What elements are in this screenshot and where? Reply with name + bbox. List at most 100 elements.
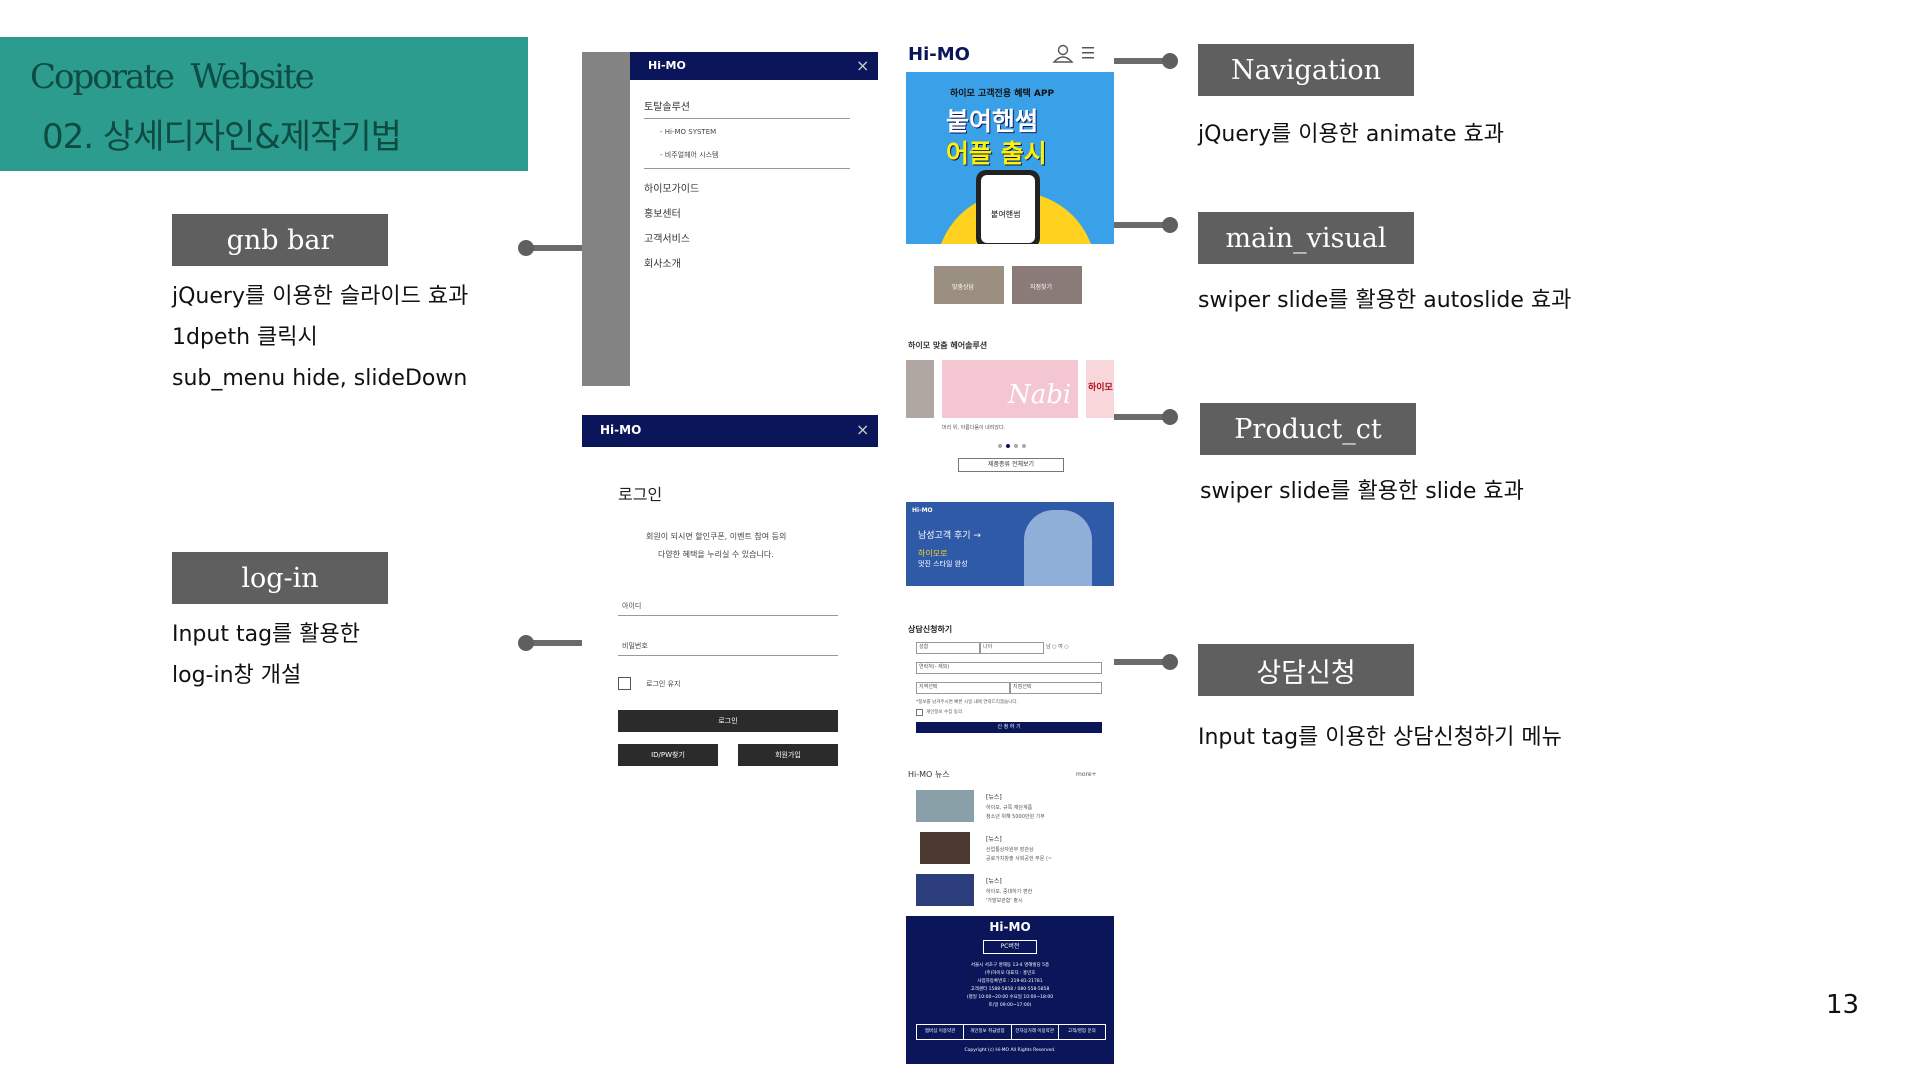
news-line: 하이모, 중대하기 편한: [986, 889, 1033, 895]
banner-person-photo: [1024, 510, 1092, 586]
consult-agree-checkbox[interactable]: [916, 709, 923, 716]
footer-link[interactable]: 고객/영업 문의: [1059, 1025, 1105, 1039]
gnb-desc-line: 1dpeth 클릭시: [172, 325, 318, 350]
consult-submit-button[interactable]: 신 청 하 기: [916, 722, 1102, 733]
gnb-menu-item[interactable]: 회사소개: [644, 255, 681, 270]
footer-line: 고객센터 1588-5858 / 080-558-5858: [970, 987, 1050, 992]
banner-sub: 하이모로: [918, 549, 948, 558]
password-field[interactable]: [618, 655, 838, 656]
user-icon[interactable]: [1052, 44, 1074, 64]
news-tag: [뉴스]: [986, 878, 1002, 885]
product-label: Product_ct: [1200, 403, 1416, 455]
gnb-mockup: Hi-MO × 토탈솔루션 - Hi-MO SYSTEM - 비주얼헤어 시스템…: [630, 52, 878, 386]
thumbnail-label: 맞춤상담: [952, 284, 975, 291]
visual-title: 붙여핸썸: [946, 107, 1039, 136]
slide-dot[interactable]: [1022, 444, 1026, 448]
gnb-logo: Hi-MO: [648, 59, 686, 72]
news-tag: [뉴스]: [986, 836, 1002, 843]
consult-name-input[interactable]: 성함: [916, 642, 980, 654]
visual-title: 어플 출시: [946, 139, 1047, 168]
close-icon[interactable]: ×: [856, 56, 869, 75]
gnb-menu-item[interactable]: 토탈솔루션: [644, 98, 690, 113]
gnb-menu-item[interactable]: 고객서비스: [644, 230, 690, 245]
consult-label: 상담신청: [1198, 644, 1414, 696]
find-id-pw-button[interactable]: ID/PW찾기: [618, 744, 718, 766]
phone-screen-text: 붙여핸썸: [991, 210, 1021, 219]
product-side-tag: 하이모: [1088, 383, 1113, 393]
gnb-submenu-item[interactable]: - Hi-MO SYSTEM: [660, 128, 716, 136]
news-thumbnail[interactable]: [916, 874, 974, 906]
news-thumbnail[interactable]: [920, 832, 970, 864]
slide-dot[interactable]: [998, 444, 1002, 448]
product-connector-dot: [1162, 409, 1178, 425]
news-more-link[interactable]: more+: [1076, 771, 1097, 778]
footer-info: 서울시 서초구 명해동 13-4 명해빌딩 5층 (주)하이모 대표자 : 홍민…: [906, 962, 1114, 1010]
footer-link[interactable]: 멤버십 이용약관: [917, 1025, 965, 1039]
main-logo[interactable]: Hi-MO: [908, 44, 970, 65]
id-field[interactable]: [618, 615, 838, 616]
main-visual-slide[interactable]: 하이모 고객전용 혜택 APP 붙여핸썸 어플 출시 붙여핸썸: [906, 72, 1114, 244]
visual-top-text: 하이모 고객전용 혜택 APP: [950, 89, 1055, 99]
slide-dot-active[interactable]: [1006, 444, 1010, 448]
product-slide-prev[interactable]: [906, 360, 934, 418]
title-block: Coporate Website 02. 상세디자인&제작기법: [0, 37, 528, 171]
thumbnail-label: 지점찾기: [1030, 284, 1053, 291]
join-button[interactable]: 회원가입: [738, 744, 838, 766]
footer-link[interactable]: 전자상거래 이용약관: [1012, 1025, 1059, 1039]
login-button[interactable]: 로그인: [618, 710, 838, 732]
footer: Hi-MO PC버전 서울시 서초구 명해동 13-4 명해빌딩 5층 (주)하…: [906, 916, 1114, 1064]
news-line: 공로가치창출 사회공헌 부문 (~: [986, 856, 1053, 862]
consult-note: *정보를 남겨주시면 빠른 시일 내에 연락드리겠습니다.: [916, 700, 1018, 705]
login-mockup: Hi-MO × 로그인 회원이 되시면 할인쿠폰, 이벤트 참여 등의 다양한 …: [582, 415, 878, 775]
main-visual-desc-line: swiper slide를 활용한 autoslide 효과: [1198, 288, 1572, 313]
gnb-menu-item[interactable]: 홍보센터: [644, 205, 681, 220]
divider: [644, 118, 850, 119]
hamburger-menu-icon[interactable]: [1082, 46, 1096, 60]
phone-illustration: 붙여핸썸: [976, 170, 1040, 244]
slide-dot[interactable]: [1014, 444, 1018, 448]
view-all-products-button[interactable]: 제품종류 전체보기: [958, 458, 1064, 472]
consult-gender-radio[interactable]: 남 ○ 여 ○: [1046, 643, 1069, 650]
banner-logo: Hi-MO: [912, 507, 933, 514]
consult-region-select[interactable]: 지역선택: [916, 682, 1010, 694]
login-heading: 로그인: [618, 485, 663, 504]
consult-age-input[interactable]: 나이: [980, 642, 1044, 654]
gnb-menu-item[interactable]: 하이모가이드: [644, 180, 699, 195]
navigation-label: Navigation: [1198, 44, 1414, 96]
main-mockup: Hi-MO 하이모 고객전용 혜택 APP 붙여핸썸 어플 출시 붙여핸썸 맞춤…: [906, 38, 1114, 1064]
consult-connector-dot: [1162, 654, 1178, 670]
gnb-desc-line: jQuery를 이용한 슬라이드 효과: [172, 284, 469, 309]
main-visual-connector-dot: [1162, 217, 1178, 233]
gnb-label: gnb bar: [172, 214, 388, 266]
login-header: Hi-MO ×: [582, 415, 878, 447]
consult-phone-input[interactable]: 연락처(- 제외): [916, 662, 1102, 674]
page-number: 13: [1826, 990, 1860, 1020]
news-thumbnail[interactable]: [916, 790, 974, 822]
footer-line: 서울시 서초구 명해동 13-4 명해빌딩 5층: [970, 963, 1050, 968]
gnb-submenu-item[interactable]: - 비주얼헤어 시스템: [660, 150, 719, 160]
footer-links: 멤버십 이용약관 개인정보 취급방침 전자상거래 이용약관 고객/영업 문의: [916, 1024, 1106, 1040]
news-line: '가발보관함' 출시: [986, 898, 1023, 904]
thumbnail-branch[interactable]: 지점찾기: [1012, 266, 1082, 304]
footer-pc-version-button[interactable]: PC버전: [983, 940, 1037, 954]
footer-link[interactable]: 개인정보 취급방침: [964, 1025, 1012, 1039]
product-caption: 머리 위, 아름다움이 내려앉다.: [942, 425, 1006, 431]
consult-title: 상담신청하기: [908, 625, 953, 634]
keep-login-checkbox[interactable]: [618, 677, 631, 690]
product-slide-next[interactable]: 하이모: [1086, 360, 1114, 418]
password-field-label: 비밀번호: [622, 642, 648, 650]
close-icon[interactable]: ×: [856, 420, 869, 439]
login-desc-line: Input tag를 활용한: [172, 622, 360, 647]
review-banner[interactable]: Hi-MO 남성고객 후기 → 하이모로 멋진 스타일 완성: [906, 502, 1114, 586]
footer-line: (주)하이모 대표자 : 홍민호: [984, 971, 1036, 976]
thumbnail-consult[interactable]: 맞춤상담: [934, 266, 1004, 304]
banner-sub: 멋진 스타일 완성: [918, 560, 968, 568]
consult-branch-select[interactable]: 지점선택: [1010, 682, 1102, 694]
news-line: 산업통상자원부 장관상: [986, 847, 1034, 853]
login-desc-line: log-in창 개설: [172, 663, 302, 688]
product-desc-line: swiper slide를 활용한 slide 효과: [1200, 479, 1524, 504]
news-title: Hi-MO 뉴스: [908, 770, 950, 779]
divider: [644, 168, 850, 169]
product-slide-current[interactable]: Nabi: [942, 360, 1078, 418]
product-nabi-text: Nabi: [1008, 380, 1072, 410]
